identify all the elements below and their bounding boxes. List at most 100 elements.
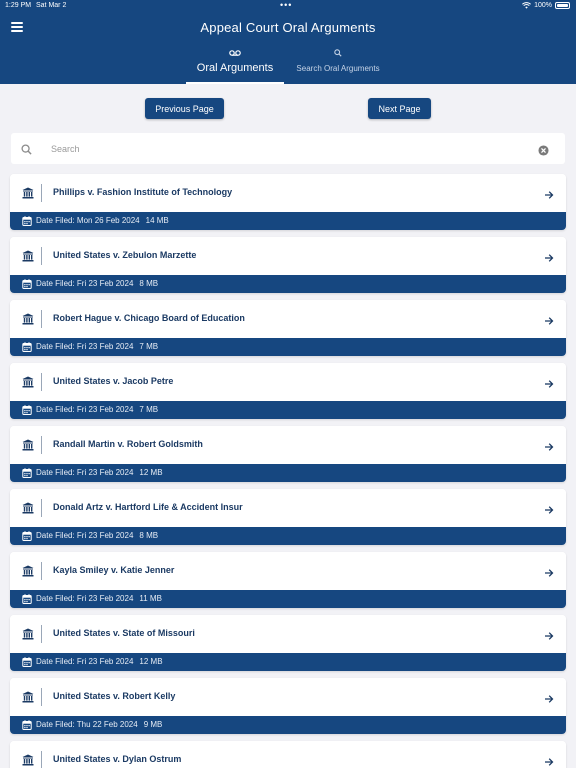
courthouse-icon xyxy=(22,690,34,708)
arrow-right-icon[interactable] xyxy=(544,565,554,583)
date-filed-value: Fri 23 Feb 2024 xyxy=(76,405,134,414)
vertical-divider xyxy=(41,499,42,517)
tab-search-oral-arguments[interactable]: Search Oral Arguments xyxy=(288,48,388,84)
arrow-right-icon[interactable] xyxy=(544,628,554,646)
calendar-icon xyxy=(22,216,32,228)
case-card[interactable]: Robert Hague v. Chicago Board of Educati… xyxy=(10,300,566,356)
case-card[interactable]: United States v. Robert Kelly Date Filed… xyxy=(10,678,566,734)
date-filed-label: Date Filed: xyxy=(36,279,75,288)
arrow-right-icon[interactable] xyxy=(544,187,554,205)
file-size: 14 MB xyxy=(145,216,169,225)
status-date: Sat Mar 2 xyxy=(36,2,67,9)
date-filed-text: Date Filed: Mon 26 Feb 2024 14 MB xyxy=(36,216,169,225)
clear-search-icon[interactable] xyxy=(538,143,549,161)
date-filed-value: Fri 23 Feb 2024 xyxy=(76,342,134,351)
date-filed-text: Date Filed: Fri 23 Feb 2024 12 MB xyxy=(36,657,163,666)
case-title: United States v. State of Missouri xyxy=(53,628,195,638)
case-title: Robert Hague v. Chicago Board of Educati… xyxy=(53,313,245,323)
date-filed-text: Date Filed: Fri 23 Feb 2024 7 MB xyxy=(36,342,158,351)
date-filed-label: Date Filed: xyxy=(36,468,75,477)
case-title: United States v. Jacob Petre xyxy=(53,376,174,386)
arrow-right-icon[interactable] xyxy=(544,691,554,709)
calendar-icon xyxy=(22,720,32,732)
case-card-footer: Date Filed: Fri 23 Feb 2024 11 MB xyxy=(10,590,566,608)
courthouse-icon xyxy=(22,186,34,204)
vertical-divider xyxy=(41,184,42,202)
courthouse-icon xyxy=(22,375,34,393)
case-card[interactable]: United States v. Jacob Petre Date Filed:… xyxy=(10,363,566,419)
case-card-footer: Date Filed: Fri 23 Feb 2024 12 MB xyxy=(10,464,566,482)
case-card[interactable]: United States v. Dylan Ostrum Date Filed… xyxy=(10,741,566,768)
case-list: Phillips v. Fashion Institute of Technol… xyxy=(10,174,566,768)
arrow-right-icon[interactable] xyxy=(544,313,554,331)
case-card-footer: Date Filed: Fri 23 Feb 2024 7 MB xyxy=(10,338,566,356)
case-card[interactable]: Kayla Smiley v. Katie Jenner Date Filed:… xyxy=(10,552,566,608)
status-right: 100% xyxy=(522,2,570,9)
case-card-footer: Date Filed: Fri 23 Feb 2024 12 MB xyxy=(10,653,566,671)
battery-icon xyxy=(555,2,570,9)
arrow-right-icon[interactable] xyxy=(544,754,554,768)
arrow-right-icon[interactable] xyxy=(544,250,554,268)
calendar-icon xyxy=(22,405,32,417)
previous-page-button[interactable]: Previous Page xyxy=(145,98,224,119)
search-bar[interactable] xyxy=(11,133,565,164)
date-filed-label: Date Filed: xyxy=(36,531,75,540)
tab-oral-arguments[interactable]: Oral Arguments xyxy=(186,48,284,84)
search-input[interactable] xyxy=(51,140,521,158)
case-title: Phillips v. Fashion Institute of Technol… xyxy=(53,187,233,197)
calendar-icon xyxy=(22,279,32,291)
vertical-divider xyxy=(41,562,42,580)
case-title: Randall Martin v. Robert Goldsmith xyxy=(53,439,203,449)
case-card-header: Donald Artz v. Hartford Life & Accident … xyxy=(10,489,566,527)
case-card-header: Phillips v. Fashion Institute of Technol… xyxy=(10,174,566,212)
battery-percent: 100% xyxy=(534,2,552,9)
vertical-divider xyxy=(41,625,42,643)
selected-tab-indicator xyxy=(186,82,284,84)
multitasking-dots-icon[interactable]: ••• xyxy=(280,0,292,10)
case-card[interactable]: United States v. State of Missouri Date … xyxy=(10,615,566,671)
file-size: 12 MB xyxy=(139,468,163,477)
case-card-footer: Date Filed: Thu 22 Feb 2024 9 MB xyxy=(10,716,566,734)
file-size: 8 MB xyxy=(139,531,159,540)
search-icon xyxy=(21,142,32,160)
calendar-icon xyxy=(22,594,32,606)
arrow-right-icon[interactable] xyxy=(544,439,554,457)
arrow-right-icon[interactable] xyxy=(544,502,554,520)
file-size: 12 MB xyxy=(139,657,163,666)
case-card[interactable]: Randall Martin v. Robert Goldsmith Date … xyxy=(10,426,566,482)
arrow-right-icon[interactable] xyxy=(544,376,554,394)
next-page-button[interactable]: Next Page xyxy=(368,98,431,119)
case-card-header: United States v. Robert Kelly xyxy=(10,678,566,716)
case-card[interactable]: Phillips v. Fashion Institute of Technol… xyxy=(10,174,566,230)
date-filed-value: Thu 22 Feb 2024 xyxy=(76,720,138,729)
tab-search-label: Search Oral Arguments xyxy=(296,64,380,73)
date-filed-text: Date Filed: Fri 23 Feb 2024 8 MB xyxy=(36,531,158,540)
case-card-footer: Date Filed: Fri 23 Feb 2024 8 MB xyxy=(10,527,566,545)
case-title: Kayla Smiley v. Katie Jenner xyxy=(53,565,175,575)
vertical-divider xyxy=(41,310,42,328)
date-filed-text: Date Filed: Fri 23 Feb 2024 7 MB xyxy=(36,405,158,414)
vertical-divider xyxy=(41,247,42,265)
case-card-footer: Date Filed: Mon 26 Feb 2024 14 MB xyxy=(10,212,566,230)
case-title: Donald Artz v. Hartford Life & Accident … xyxy=(53,502,243,512)
date-filed-value: Fri 23 Feb 2024 xyxy=(76,657,134,666)
tab-oral-arguments-label: Oral Arguments xyxy=(196,62,274,74)
calendar-icon xyxy=(22,468,32,480)
app-title: Appeal Court Oral Arguments xyxy=(200,20,376,35)
courthouse-icon xyxy=(22,627,34,645)
case-card[interactable]: United States v. Zebulon Marzette Date F… xyxy=(10,237,566,293)
case-title: United States v. Robert Kelly xyxy=(53,691,176,701)
case-title: United States v. Zebulon Marzette xyxy=(53,250,197,260)
case-card[interactable]: Donald Artz v. Hartford Life & Accident … xyxy=(10,489,566,545)
date-filed-label: Date Filed: xyxy=(36,657,75,666)
date-filed-label: Date Filed: xyxy=(36,720,75,729)
calendar-icon xyxy=(22,657,32,669)
courthouse-icon xyxy=(22,438,34,456)
wifi-icon xyxy=(522,2,532,9)
case-title: United States v. Dylan Ostrum xyxy=(53,754,182,764)
courthouse-icon xyxy=(22,501,34,519)
case-card-header: Kayla Smiley v. Katie Jenner xyxy=(10,552,566,590)
date-filed-value: Fri 23 Feb 2024 xyxy=(76,594,134,603)
status-bar: 1:29 PM Sat Mar 2 ••• 100% xyxy=(0,0,576,12)
case-card-header: United States v. Dylan Ostrum xyxy=(10,741,566,768)
